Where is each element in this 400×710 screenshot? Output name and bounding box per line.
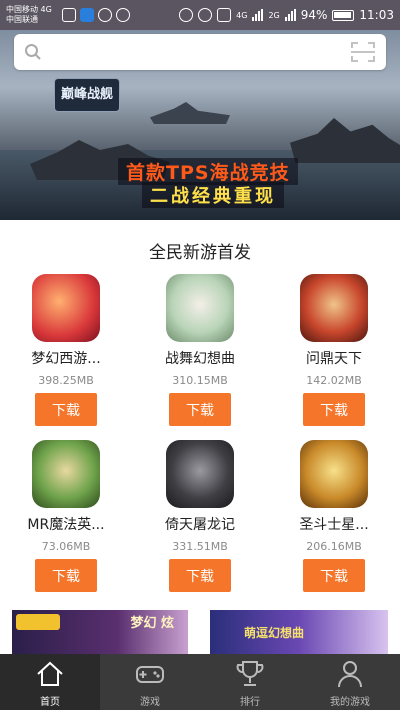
home-icon [37, 661, 63, 686]
vibrate-icon [217, 8, 232, 22]
app-notification-icon [80, 8, 94, 22]
bottom-banners: 梦幻 炫 萌逗幻想曲 [0, 610, 400, 654]
carrier-2: 中国联通 [6, 15, 38, 24]
game-name: 梦幻西游... [31, 351, 101, 367]
search-icon [25, 44, 41, 60]
game-size: 142.02MB [306, 374, 362, 387]
game-icon[interactable] [32, 274, 100, 342]
game-name: 问鼎天下 [306, 351, 362, 367]
tab-label: 我的游戏 [330, 697, 370, 708]
game-size: 331.51MB [172, 540, 228, 553]
tab-my-games[interactable]: 我的游戏 [300, 654, 400, 710]
image-icon [62, 8, 76, 22]
carrier-1: 中国移动 4G [6, 5, 52, 14]
game-card[interactable]: 战舞幻想曲 310.15MB 下载 [140, 272, 260, 432]
download-button[interactable]: 下载 [303, 393, 365, 426]
banner-logo [16, 614, 60, 630]
signal-2-icon [284, 9, 296, 21]
notification-icons [62, 8, 130, 22]
game-icon[interactable] [166, 274, 234, 342]
new-games-section: 全民新游首发 梦幻西游... 398.25MB 下载 战舞幻想曲 310.15M… [0, 220, 400, 610]
game-icon[interactable] [166, 440, 234, 508]
download-button[interactable]: 下载 [35, 559, 97, 592]
game-name: 倚天屠龙记 [165, 517, 235, 533]
download-button[interactable]: 下载 [169, 559, 231, 592]
download-button[interactable]: 下载 [303, 559, 365, 592]
search-input[interactable] [50, 37, 350, 67]
game-card[interactable]: MR魔法英... 73.06MB 下载 [6, 438, 126, 598]
game-icon[interactable] [300, 440, 368, 508]
tab-label: 游戏 [140, 697, 160, 708]
banner-logo: 巅峰战舰 [54, 78, 120, 112]
tab-games[interactable]: 游戏 [100, 654, 200, 710]
game-name: 圣斗士星... [299, 517, 369, 533]
gamepad-icon [136, 666, 164, 683]
game-name: MR魔法英... [27, 517, 105, 533]
game-card[interactable]: 圣斗士星... 206.16MB 下载 [274, 438, 394, 598]
banner-text: 梦幻 炫 [130, 616, 174, 631]
game-icon[interactable] [32, 440, 100, 508]
game-card[interactable]: 问鼎天下 142.02MB 下载 [274, 272, 394, 432]
tab-home[interactable]: 首页 [0, 654, 100, 710]
shield-icon [116, 8, 130, 22]
download-button[interactable]: 下载 [169, 393, 231, 426]
bottom-tab-bar: 首页 游戏 排行 我的游戏 [0, 654, 400, 710]
game-name: 战舞幻想曲 [165, 351, 235, 367]
tab-label: 首页 [40, 697, 60, 708]
signal-icon [252, 9, 264, 21]
game-size: 73.06MB [41, 540, 91, 553]
user-icon [338, 661, 362, 688]
banner-text: 萌逗幻想曲 [244, 626, 305, 640]
game-size: 206.16MB [306, 540, 362, 553]
search-bar[interactable] [14, 34, 386, 70]
game-size: 310.15MB [172, 374, 228, 387]
game-icon[interactable] [300, 274, 368, 342]
tab-label: 排行 [240, 697, 260, 708]
scan-icon[interactable] [350, 41, 376, 63]
game-card[interactable]: 倚天屠龙记 331.51MB 下载 [140, 438, 260, 598]
status-bar: 中国移动 4G 中国联通 4G 2G 94% 11:03 [0, 0, 400, 30]
carrier-info: 中国移动 4G 中国联通 [6, 5, 60, 25]
banner-subline: 二战经典重现 [142, 182, 284, 208]
battery-icon [332, 9, 355, 21]
sync-icon [98, 8, 112, 22]
trophy-icon [236, 661, 264, 686]
ship-graphic [150, 102, 230, 124]
game-size: 398.25MB [38, 374, 94, 387]
download-button[interactable]: 下载 [35, 393, 97, 426]
game-card[interactable]: 梦幻西游... 398.25MB 下载 [6, 272, 126, 432]
network-label: 4G [236, 10, 248, 20]
network-label-2: 2G [268, 10, 280, 20]
battery-percent: 94% [300, 8, 328, 22]
clock: 11:03 [359, 8, 394, 22]
ship-graphic [290, 118, 400, 163]
promo-banner-right[interactable]: 萌逗幻想曲 [210, 610, 388, 654]
banner-headline: 首款TPS海战竞技 [118, 158, 298, 185]
alarm-icon [198, 8, 213, 22]
headset-icon [179, 8, 194, 22]
tab-ranking[interactable]: 排行 [200, 654, 300, 710]
system-status: 4G 2G 94% 11:03 [179, 8, 394, 22]
promo-banner-left[interactable]: 梦幻 炫 [12, 610, 188, 654]
section-title: 全民新游首发 [149, 243, 251, 263]
